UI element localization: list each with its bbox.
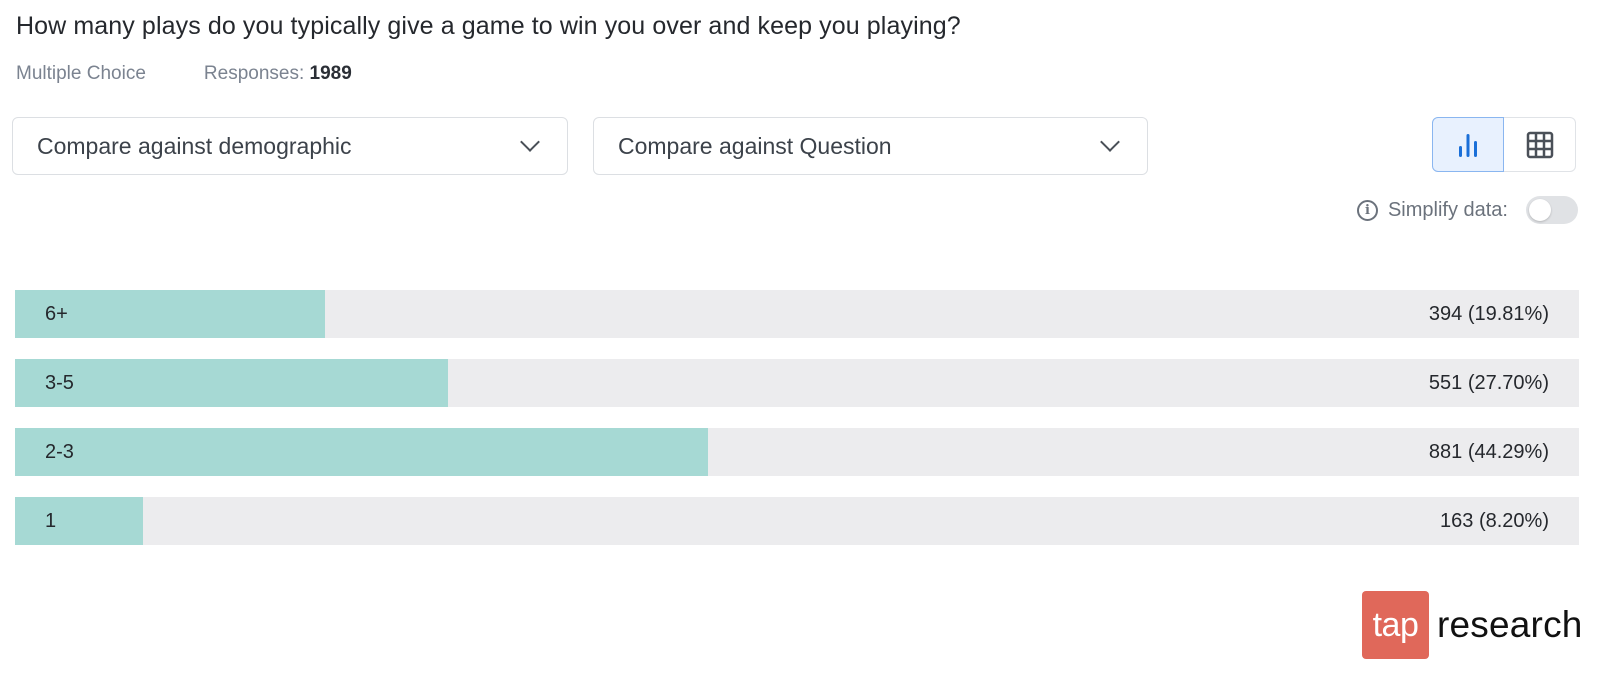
bar-category-label: 1	[45, 510, 57, 532]
bar-row: 2-3 881 (44.29%)	[15, 428, 1579, 476]
bar-value-label: 881 (44.29%)	[1428, 441, 1549, 463]
bar-chart: 6+ 394 (19.81%) 3-5 551 (27.70%) 2-3 881 (44.…	[15, 290, 1579, 566]
table-view-button[interactable]	[1504, 117, 1576, 172]
bar-value-label: 394 (19.81%)	[1428, 303, 1549, 325]
bar-value-label: 551 (27.70%)	[1428, 372, 1549, 394]
bar-fill	[15, 497, 144, 545]
responses-count: 1989	[309, 63, 352, 84]
question-title: How many plays do you typically give a g…	[16, 12, 961, 40]
responses-summary: Responses: 1989	[204, 63, 352, 85]
chevron-down-icon	[1100, 132, 1120, 152]
compare-question-dropdown[interactable]: Compare against Question	[593, 117, 1148, 175]
bar-row: 1 163 (8.20%)	[15, 497, 1579, 545]
bar-chart-icon	[1459, 133, 1477, 157]
grid-table-icon	[1526, 131, 1553, 158]
bar-category-label: 6+	[45, 303, 68, 325]
bar-fill	[15, 428, 708, 476]
simplify-data-control: i Simplify data:	[1356, 196, 1578, 224]
simplify-data-label: Simplify data:	[1387, 198, 1508, 221]
compare-question-label: Compare against Question	[618, 132, 892, 159]
bar-category-label: 3-5	[45, 372, 74, 394]
view-mode-toggle	[1432, 117, 1577, 172]
compare-demographic-label: Compare against demographic	[37, 132, 352, 159]
info-icon[interactable]: i	[1356, 199, 1378, 221]
question-meta: Multiple Choice Responses: 1989	[16, 63, 352, 85]
toggle-knob	[1529, 199, 1551, 221]
tap-research-logo: tap research	[1362, 591, 1583, 659]
simplify-data-toggle[interactable]	[1526, 196, 1578, 224]
question-type: Multiple Choice	[16, 63, 146, 84]
bar-category-label: 2-3	[45, 441, 74, 463]
bar-row: 6+ 394 (19.81%)	[15, 290, 1579, 338]
chevron-down-icon	[520, 132, 540, 152]
bar-chart-view-button[interactable]	[1432, 117, 1504, 172]
bar-value-label: 163 (8.20%)	[1440, 510, 1549, 532]
logo-wordmark: research	[1437, 604, 1583, 645]
bar-row: 3-5 551 (27.70%)	[15, 359, 1579, 407]
bar-fill	[15, 359, 449, 407]
compare-demographic-dropdown[interactable]: Compare against demographic	[12, 117, 568, 175]
logo-mark: tap	[1362, 591, 1429, 659]
responses-label: Responses:	[203, 63, 305, 84]
